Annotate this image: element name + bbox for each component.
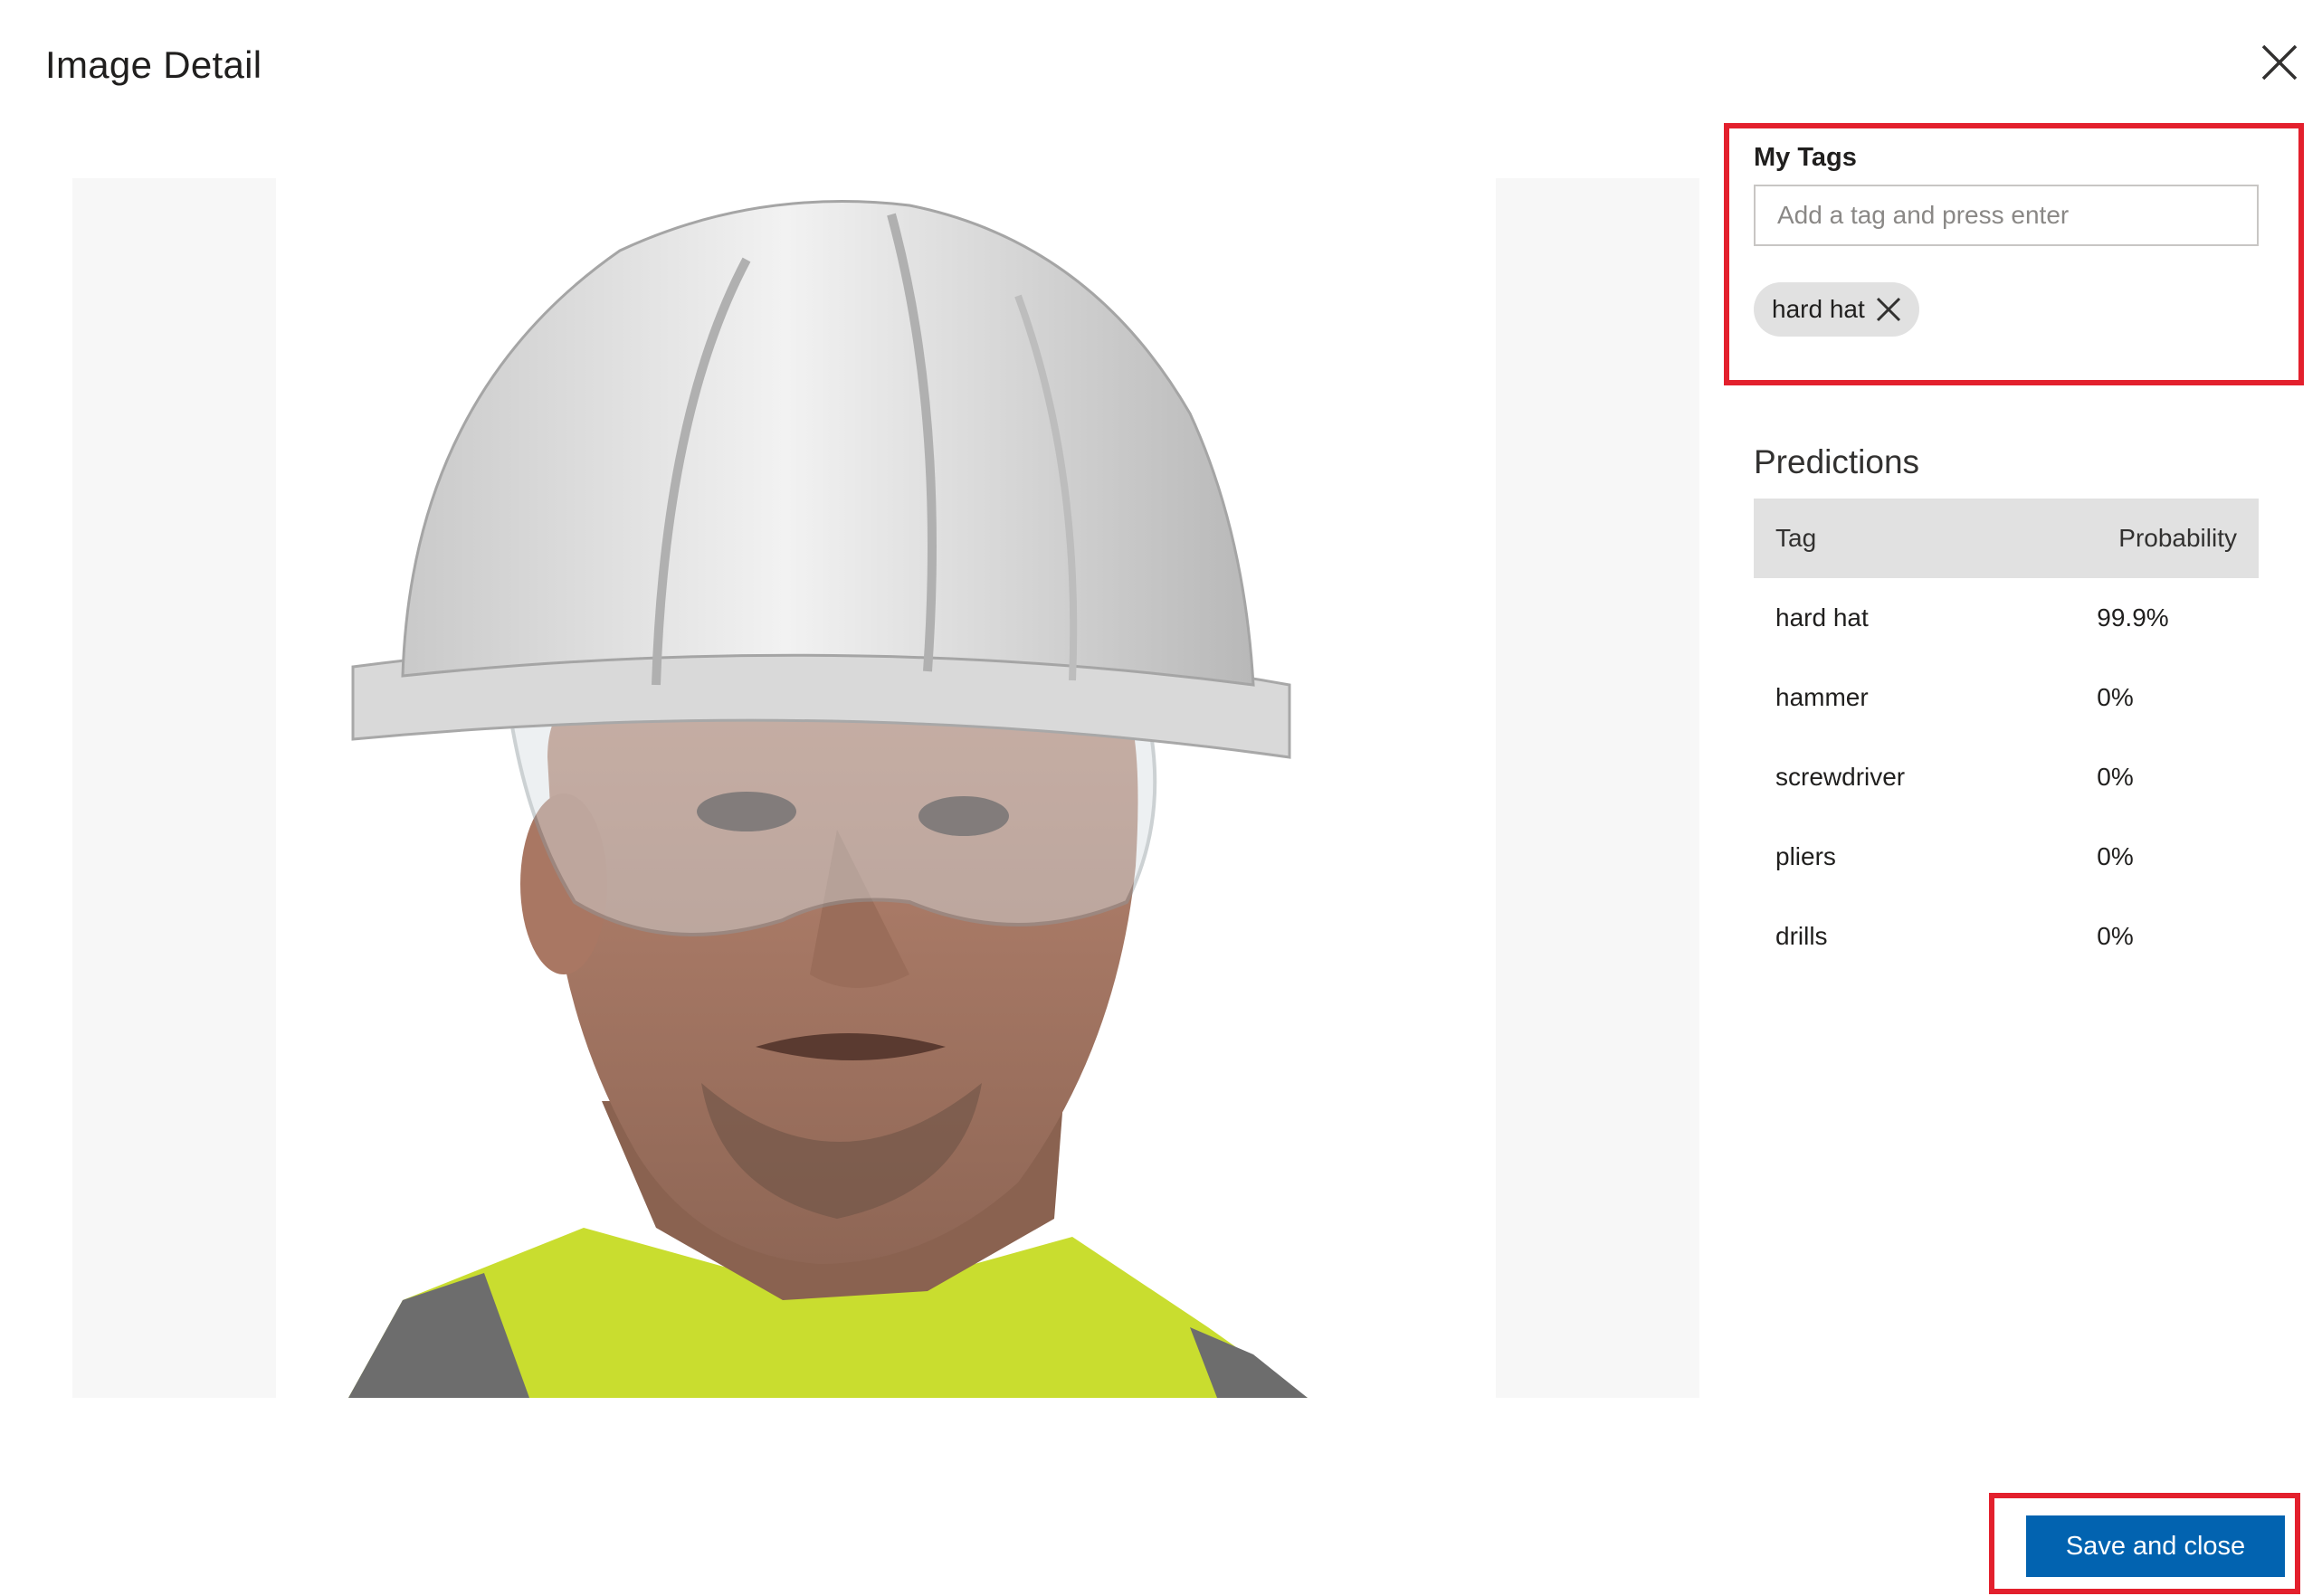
my-tags-label: My Tags xyxy=(1754,143,1857,172)
tag-input[interactable] xyxy=(1754,185,2259,246)
image-detail-dialog: Image Detail My Tags Add a tag and press… xyxy=(0,0,2322,1596)
table-row: screwdriver 0% xyxy=(1754,737,2259,817)
image-letterbox-right xyxy=(1496,178,1699,1398)
predictions-title: Predictions xyxy=(1754,443,1920,480)
tag-chip-label: hard hat xyxy=(1772,295,1865,323)
table-row: drills 0% xyxy=(1754,897,2259,976)
table-row: pliers 0% xyxy=(1754,817,2259,897)
prediction-probability: 0% xyxy=(2097,922,2134,950)
worker-photo xyxy=(348,200,1308,1398)
prediction-probability: 0% xyxy=(2097,683,2134,711)
dialog-title: Image Detail xyxy=(45,43,262,86)
tag-chip-hard-hat: hard hat xyxy=(1754,282,1919,337)
prediction-probability: 99.9% xyxy=(2097,603,2169,632)
prediction-probability: 0% xyxy=(2097,763,2134,791)
prediction-tag: hammer xyxy=(1775,683,1869,711)
close-icon[interactable] xyxy=(1874,295,1903,324)
close-icon[interactable] xyxy=(2258,41,2301,84)
prediction-tag: hard hat xyxy=(1775,603,1869,632)
column-header-tag: Tag xyxy=(1754,499,2098,578)
prediction-tag: screwdriver xyxy=(1775,763,1906,791)
image-viewer xyxy=(72,178,1699,1398)
table-row: hard hat 99.9% xyxy=(1754,578,2259,658)
prediction-tag: pliers xyxy=(1775,842,1836,870)
predictions-table: Tag Probability hard hat 99.9% hammer 0%… xyxy=(1754,499,2259,976)
image-letterbox-left xyxy=(72,178,276,1398)
table-header-row: Tag Probability xyxy=(1754,499,2259,578)
table-row: hammer 0% xyxy=(1754,658,2259,737)
prediction-probability: 0% xyxy=(2097,842,2134,870)
prediction-tag: drills xyxy=(1775,922,1828,950)
column-header-probability: Probability xyxy=(2097,499,2259,578)
save-and-close-button[interactable]: Save and close xyxy=(2026,1515,2285,1577)
